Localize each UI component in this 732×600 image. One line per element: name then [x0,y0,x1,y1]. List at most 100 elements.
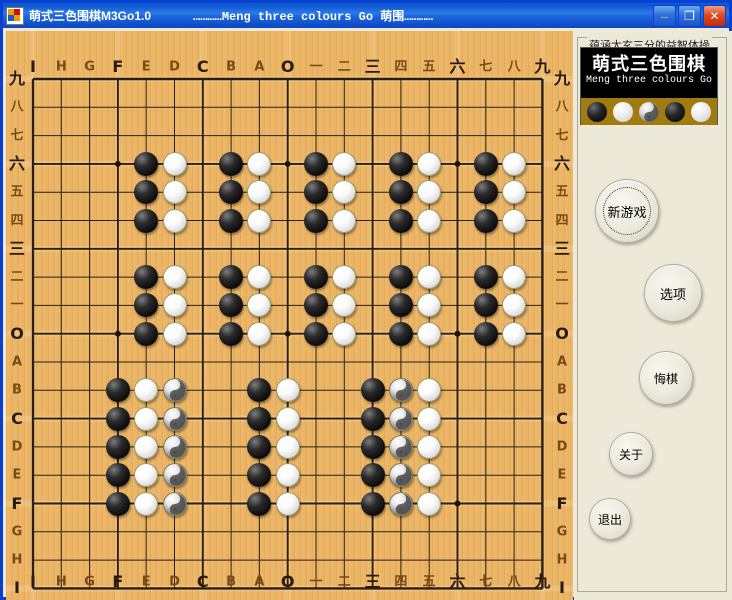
go-stone-white[interactable] [275,434,300,459]
go-stone-gray[interactable] [388,406,413,431]
go-stone-white[interactable] [275,406,300,431]
go-stone-white[interactable] [332,208,357,233]
go-stone-black[interactable] [247,463,272,488]
about-button[interactable]: 关于 [609,432,653,476]
exit-button[interactable]: 退出 [589,498,631,540]
go-stone-gray[interactable] [162,491,187,516]
go-stone-gray[interactable] [388,434,413,459]
go-stone-white[interactable] [247,293,272,318]
go-stone-white[interactable] [502,321,527,346]
go-stone-white[interactable] [134,406,159,431]
go-stone-white[interactable] [502,293,527,318]
go-stone-white[interactable] [417,265,442,290]
go-stone-white[interactable] [134,434,159,459]
go-stone-white[interactable] [417,180,442,205]
go-stone-black[interactable] [304,293,328,318]
go-stone-gray[interactable] [388,491,413,516]
go-stone-black[interactable] [105,463,130,488]
go-stone-white[interactable] [275,463,300,488]
go-stone-white[interactable] [162,180,187,205]
go-stone-black[interactable] [105,434,130,459]
go-stone-white[interactable] [417,378,442,403]
go-stone-white[interactable] [275,491,300,516]
go-stone-black[interactable] [304,321,328,346]
go-stone-white[interactable] [162,321,187,346]
go-stone-white[interactable] [247,265,272,290]
go-stone-black[interactable] [473,208,498,233]
go-stone-gray[interactable] [162,406,187,431]
go-stone-black[interactable] [219,265,244,290]
go-stone-black[interactable] [247,378,272,403]
go-stone-black[interactable] [219,180,244,205]
go-stone-black[interactable] [473,151,498,176]
go-stone-black[interactable] [105,491,130,516]
go-stone-gray[interactable] [162,378,187,403]
go-stone-black[interactable] [134,151,159,176]
go-stone-black[interactable] [388,293,413,318]
go-stone-white[interactable] [417,321,442,346]
go-stone-black[interactable] [247,434,272,459]
go-stone-white[interactable] [417,491,442,516]
go-stone-black[interactable] [219,151,244,176]
go-stone-white[interactable] [134,463,159,488]
go-stone-white[interactable] [502,151,527,176]
go-stone-gray[interactable] [388,463,413,488]
go-stone-black[interactable] [360,491,385,516]
go-stone-black[interactable] [388,321,413,346]
go-stone-white[interactable] [247,321,272,346]
go-stone-white[interactable] [134,491,159,516]
go-stone-black[interactable] [105,378,130,403]
go-stone-white[interactable] [332,151,357,176]
go-board[interactable]: IHGFEDCBAO一二三四五六七八九IHGFEDCBAO一二三四五六七八九九八… [6,31,573,600]
go-stone-black[interactable] [388,180,413,205]
go-stone-black[interactable] [134,180,159,205]
go-stone-black[interactable] [134,293,159,318]
go-stone-white[interactable] [275,378,300,403]
go-stone-black[interactable] [360,434,385,459]
go-stone-white[interactable] [332,265,357,290]
go-stone-white[interactable] [247,180,272,205]
go-stone-gray[interactable] [388,378,413,403]
go-stone-black[interactable] [304,265,328,290]
go-stone-black[interactable] [388,151,413,176]
go-stone-black[interactable] [219,293,244,318]
go-stone-white[interactable] [417,208,442,233]
go-stone-white[interactable] [502,208,527,233]
go-board-area[interactable]: IHGFEDCBAO一二三四五六七八九IHGFEDCBAO一二三四五六七八九九八… [6,31,573,600]
go-stone-white[interactable] [502,180,527,205]
go-stone-black[interactable] [360,463,385,488]
go-stone-white[interactable] [332,180,357,205]
go-stone-black[interactable] [304,180,328,205]
go-stone-white[interactable] [162,208,187,233]
go-stone-black[interactable] [304,208,328,233]
go-stone-black[interactable] [473,180,498,205]
go-stone-black[interactable] [134,265,159,290]
go-stone-white[interactable] [134,378,159,403]
go-stone-black[interactable] [473,265,498,290]
go-stone-black[interactable] [473,293,498,318]
go-stone-black[interactable] [388,265,413,290]
maximize-button[interactable]: ❐ [678,5,701,27]
go-stone-black[interactable] [247,491,272,516]
go-stone-black[interactable] [219,208,244,233]
go-stone-black[interactable] [247,406,272,431]
go-stone-white[interactable] [417,434,442,459]
go-stone-black[interactable] [473,321,498,346]
go-stone-white[interactable] [162,151,187,176]
undo-button[interactable]: 悔棋 [639,351,693,405]
go-stone-black[interactable] [360,406,385,431]
go-stone-white[interactable] [417,406,442,431]
go-stone-black[interactable] [105,406,130,431]
go-stone-black[interactable] [360,378,385,403]
go-stone-white[interactable] [332,321,357,346]
go-stone-gray[interactable] [162,463,187,488]
go-stone-black[interactable] [134,208,159,233]
go-stone-white[interactable] [247,208,272,233]
minimize-button[interactable]: _ [653,5,676,27]
go-stone-white[interactable] [417,151,442,176]
go-stone-black[interactable] [134,321,159,346]
go-stone-white[interactable] [417,463,442,488]
go-stone-white[interactable] [417,293,442,318]
go-stone-white[interactable] [502,265,527,290]
go-stone-white[interactable] [247,151,272,176]
